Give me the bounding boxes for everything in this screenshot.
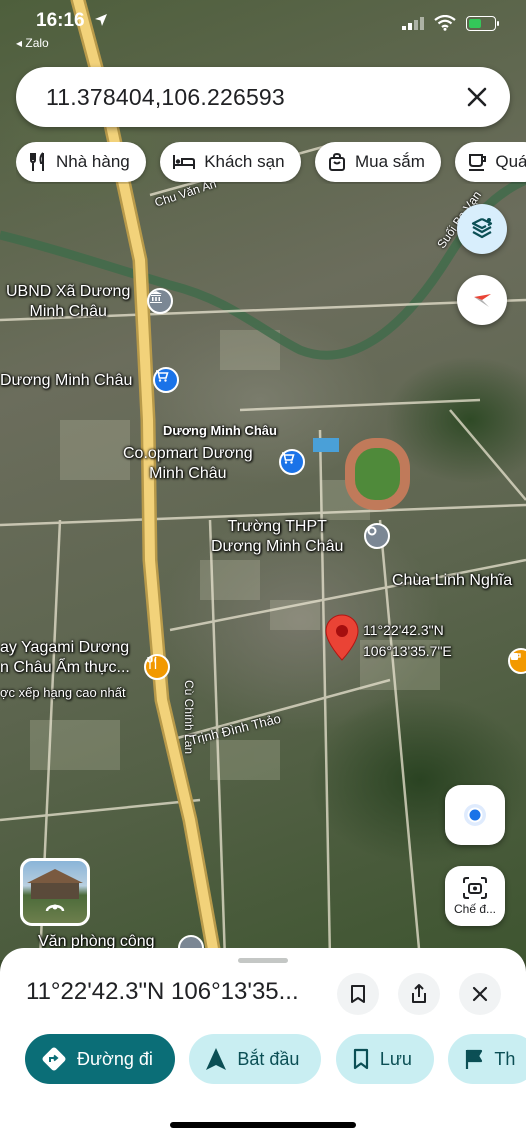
status-clock: 16:16 (36, 10, 85, 31)
status-bar: 16:16 ◂ Zalo (0, 0, 526, 52)
map-label-restaurant[interactable]: ay Yagami Dương n Châu Ẩm thực... (0, 638, 130, 678)
search-input[interactable]: 11.378404,106.226593 (46, 84, 285, 111)
map-label-area: Dương Minh Châu (163, 423, 277, 438)
share-icon (412, 984, 426, 1003)
coffee-icon (469, 154, 487, 171)
map-label-ubnd[interactable]: UBND Xã Dương Minh Châu (6, 282, 130, 322)
chip-label: Quá (495, 152, 526, 171)
place-bottom-sheet: 11°22'42.3"N 106°13'35... Đường đi Bắt đ… (0, 948, 526, 1138)
street-view-button[interactable]: Chế đ... (445, 866, 505, 926)
bookmark-icon (351, 985, 365, 1003)
battery-icon (466, 16, 499, 31)
category-chips: Nhà hàng Khách sạn Mua sắm Quá (16, 142, 526, 184)
government-poi-icon[interactable] (147, 288, 173, 314)
save-label: Lưu (379, 1048, 412, 1069)
save-button[interactable]: Lưu (335, 1034, 434, 1084)
street-view-thumbnail[interactable] (20, 858, 90, 926)
hotel-icon (173, 155, 196, 169)
directions-label: Đường đi (77, 1048, 153, 1069)
label-button-text: Th (494, 1048, 516, 1069)
wifi-icon (434, 15, 456, 31)
directions-icon (42, 1047, 66, 1071)
map-label-restaurant-rating: ợc xếp hạng cao nhất (0, 685, 126, 700)
share-button[interactable] (398, 973, 440, 1015)
close-sheet-button[interactable] (459, 973, 501, 1015)
pin-coordinates-label: 11°22'42.3"N 106°13'35.7"E (363, 622, 452, 659)
my-location-icon (464, 804, 486, 826)
my-location-button[interactable] (445, 785, 505, 845)
street-view-label: Chế đ... (453, 902, 497, 916)
bookmark-icon (353, 1048, 368, 1070)
chip-label: Nhà hàng (56, 152, 130, 171)
map-label-pagoda[interactable]: Chùa Linh Nghĩa (392, 571, 512, 591)
home-indicator[interactable] (170, 1122, 356, 1128)
chip-restaurants[interactable]: Nhà hàng (16, 142, 146, 182)
camera-scan-icon (463, 877, 487, 899)
chip-shopping[interactable]: Mua sắm (314, 142, 441, 182)
location-arrow-icon (95, 14, 107, 26)
layers-button[interactable] (457, 204, 507, 254)
compass-icon (474, 294, 491, 307)
shopping-bag-icon (328, 152, 345, 171)
flag-icon (466, 1049, 483, 1069)
map-label-school[interactable]: Trường THPT Dương Minh Châu (211, 517, 343, 557)
navigation-arrow-icon (206, 1048, 227, 1070)
shopping-cart-poi-icon[interactable] (153, 367, 179, 393)
restaurant-poi-icon[interactable] (144, 654, 170, 680)
search-bar[interactable]: 11.378404,106.226593 (16, 67, 510, 127)
restaurant-icon (30, 152, 44, 171)
layers-icon (471, 218, 493, 239)
start-label: Bắt đầu (237, 1048, 300, 1069)
signal-icon (402, 17, 424, 30)
back-to-app-link[interactable]: ◂ Zalo (16, 36, 49, 50)
compass-button[interactable] (457, 275, 507, 325)
map-label-store-left[interactable]: Dương Minh Châu (0, 371, 132, 391)
chip-label: Khách sạn (204, 152, 285, 171)
label-button[interactable]: Th (448, 1034, 526, 1084)
drag-handle[interactable] (238, 958, 288, 963)
location-pin-icon[interactable] (325, 614, 359, 662)
map-label-coopmart[interactable]: Co.opmart Dương Minh Châu (123, 444, 253, 484)
close-icon[interactable] (462, 82, 492, 112)
school-poi-icon[interactable] (364, 523, 390, 549)
action-buttons: Đường đi Bắt đầu Lưu Th (25, 1034, 526, 1086)
close-icon (472, 986, 488, 1002)
chip-hotels[interactable]: Khách sạn (160, 142, 301, 182)
directions-button[interactable]: Đường đi (25, 1034, 175, 1084)
place-title: 11°22'42.3"N 106°13'35... (26, 978, 299, 1005)
start-button[interactable]: Bắt đầu (189, 1034, 322, 1084)
chip-cafe[interactable]: Quá (455, 142, 526, 182)
chip-label: Mua sắm (354, 152, 425, 171)
save-icon-button[interactable] (337, 973, 379, 1015)
shopping-cart-poi-icon[interactable] (279, 449, 305, 475)
